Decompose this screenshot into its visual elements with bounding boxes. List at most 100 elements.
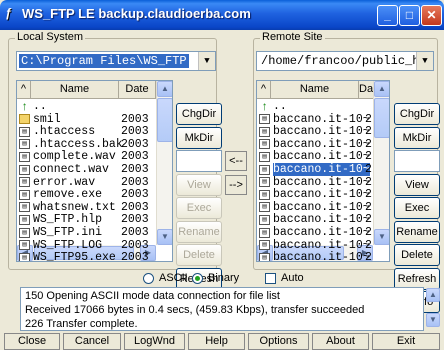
- local-file-row[interactable]: ▤ complete.wav 2003: [17, 150, 157, 163]
- remote-path-combo[interactable]: /home/francoo/public_htm ▼: [256, 51, 434, 71]
- local-file-date: 2003: [121, 200, 149, 214]
- local-path-combo[interactable]: C:\Program Files\WS_FTP ▼: [16, 51, 216, 71]
- file-icon: ▤: [19, 252, 30, 261]
- scroll-up-icon[interactable]: ▲: [157, 81, 172, 97]
- local-mkdir-button[interactable]: MkDir: [176, 126, 222, 149]
- binary-radio[interactable]: Binary: [192, 272, 239, 284]
- ascii-radio[interactable]: ASCII: [143, 272, 188, 284]
- remote-file-date: 2: [365, 188, 372, 202]
- remote-mkdir-button[interactable]: MkDir: [394, 126, 440, 149]
- maximize-button[interactable]: □: [399, 5, 420, 26]
- remote-file-row[interactable]: ↑..: [257, 100, 387, 113]
- local-file-row[interactable]: ↑..: [17, 100, 157, 113]
- local-vscrollbar[interactable]: ▲ ▼: [156, 81, 172, 245]
- remote-file-row[interactable]: ▤ baccano.it-10~ 2: [257, 125, 387, 138]
- local-col-date[interactable]: Date: [119, 81, 156, 99]
- local-rename-button[interactable]: Rename: [176, 220, 222, 243]
- local-file-date: 2003: [121, 137, 149, 151]
- remote-file-row[interactable]: ▤ baccano.it-10~ 2: [257, 163, 387, 176]
- remote-view-button[interactable]: View: [394, 173, 440, 196]
- local-file-row[interactable]: ▤ WS_FTP95.exe 2003: [17, 251, 157, 262]
- close-window-button[interactable]: ✕: [421, 5, 442, 26]
- help-button[interactable]: Help: [188, 333, 245, 350]
- scroll-down-icon[interactable]: ▼: [157, 229, 172, 245]
- file-icon: ▤: [259, 252, 270, 261]
- local-file-row[interactable]: smil 2003: [17, 113, 157, 126]
- remote-command-input[interactable]: [394, 150, 440, 172]
- file-icon: ▤: [259, 139, 270, 150]
- remote-file-row[interactable]: ▤ baccano.it-10~ 2: [257, 138, 387, 151]
- remote-col-date[interactable]: Date: [359, 81, 374, 99]
- auto-check-box[interactable]: [265, 272, 276, 284]
- remote-file-row[interactable]: ▤ baccano.it-10~ 2: [257, 113, 387, 126]
- minimize-button[interactable]: _: [377, 5, 398, 26]
- remote-file-row[interactable]: ▤ baccano.it-10~ 2: [257, 201, 387, 214]
- remote-file-name: baccano.it-10~: [273, 200, 370, 214]
- ascii-radio-dot[interactable]: [143, 272, 154, 284]
- transfer-to-remote-button[interactable]: -->: [225, 175, 247, 195]
- exit-button[interactable]: Exit: [372, 333, 440, 350]
- sort-up-icon[interactable]: ^: [17, 81, 31, 99]
- remote-file-row[interactable]: ▤ baccano.it-10~ 2: [257, 176, 387, 189]
- local-command-input[interactable]: [176, 150, 222, 172]
- log-scroll-down-icon[interactable]: ▼: [426, 313, 440, 327]
- remote-file-row[interactable]: ▤ baccano.it-10~ 2: [257, 150, 387, 163]
- remote-rename-button[interactable]: Rename: [394, 220, 440, 243]
- about-button[interactable]: About: [312, 333, 369, 350]
- binary-radio-dot[interactable]: [192, 272, 203, 284]
- local-col-name[interactable]: Name: [31, 81, 119, 99]
- local-file-row[interactable]: ▤ .htaccess 2003: [17, 125, 157, 138]
- local-file-date: 2003: [121, 163, 149, 176]
- local-vscroll-thumb[interactable]: [157, 98, 172, 142]
- transfer-to-local-button[interactable]: <--: [225, 151, 247, 171]
- close-button[interactable]: Close: [4, 333, 60, 350]
- window-title: WS_FTP LE backup.claudioerba.com: [22, 6, 251, 21]
- local-file-name: complete.wav: [33, 150, 116, 164]
- local-file-list[interactable]: ^ Name Date ▲ ▼ ◀ ▶ ↑..smil2003▤.htacces…: [16, 80, 173, 262]
- remote-file-row[interactable]: ▤ baccano.it-10~ 2: [257, 188, 387, 201]
- local-file-name: connect.wav: [33, 163, 109, 176]
- log-scroll-up-icon[interactable]: ▲: [426, 288, 440, 302]
- log-line: 150 Opening ASCII mode data connection f…: [25, 290, 280, 302]
- local-file-name: WS_FTP95.exe: [33, 251, 116, 262]
- local-file-row[interactable]: ▤ error.wav 2003: [17, 176, 157, 189]
- local-file-row[interactable]: ▤ WS_FTP.ini 2003: [17, 226, 157, 239]
- logwnd-button[interactable]: LogWnd: [124, 333, 185, 350]
- sort-up-icon[interactable]: ^: [257, 81, 271, 99]
- scroll-up-icon[interactable]: ▲: [374, 81, 389, 97]
- local-system-label: Local System: [15, 31, 86, 43]
- local-file-row[interactable]: ▤ connect.wav 2003: [17, 163, 157, 176]
- remote-file-row[interactable]: ▤ baccano.it-10~ 2: [257, 239, 387, 252]
- local-chgdir-button[interactable]: ChgDir: [176, 103, 222, 125]
- remote-delete-button[interactable]: Delete: [394, 244, 440, 266]
- remote-exec-button[interactable]: Exec: [394, 197, 440, 219]
- local-delete-button[interactable]: Delete: [176, 244, 222, 266]
- remote-col-name[interactable]: Name: [271, 81, 359, 99]
- local-file-row[interactable]: ▤ .htaccess.bak 2003: [17, 138, 157, 151]
- remote-file-list[interactable]: ^ Name Date ▲ ▼ ◀ ▶ ↑..▤baccano.it-10~2▤…: [256, 80, 390, 262]
- remote-file-row[interactable]: ▤ baccano.it-10~ 2: [257, 213, 387, 226]
- remote-file-row[interactable]: ▤ baccano.it-10~ 2: [257, 226, 387, 239]
- chevron-down-icon[interactable]: ▼: [416, 52, 433, 70]
- remote-chgdir-button[interactable]: ChgDir: [394, 103, 440, 125]
- cancel-button[interactable]: Cancel: [63, 333, 121, 350]
- file-icon: ▤: [259, 114, 270, 125]
- remote-file-row[interactable]: ▤ baccano.it-10~ 2: [257, 251, 387, 262]
- auto-label: Auto: [281, 272, 304, 284]
- local-file-row[interactable]: ▤ WS_FTP.hlp 2003: [17, 213, 157, 226]
- local-view-button[interactable]: View: [176, 173, 222, 196]
- remote-file-name: baccano.it-10~: [273, 251, 370, 262]
- parent-dir-icon: ↑: [259, 99, 270, 114]
- options-button[interactable]: Options: [248, 333, 309, 350]
- file-icon: ▤: [19, 139, 30, 150]
- local-file-date: 2003: [121, 226, 149, 239]
- file-icon: ▤: [19, 164, 30, 175]
- local-exec-button[interactable]: Exec: [176, 197, 222, 219]
- auto-checkbox[interactable]: Auto: [265, 272, 304, 284]
- chevron-down-icon[interactable]: ▼: [198, 52, 215, 70]
- local-file-row[interactable]: ▤ WS_FTP.LOG 2003: [17, 239, 157, 252]
- local-file-row[interactable]: ▤ remove.exe 2003: [17, 188, 157, 201]
- local-file-row[interactable]: ▤ whatsnew.txt 2003: [17, 201, 157, 214]
- remote-file-name: baccano.it-10~: [273, 226, 370, 239]
- title-bar[interactable]: ƒ WS_FTP LE backup.claudioerba.com _ □ ✕: [0, 0, 444, 30]
